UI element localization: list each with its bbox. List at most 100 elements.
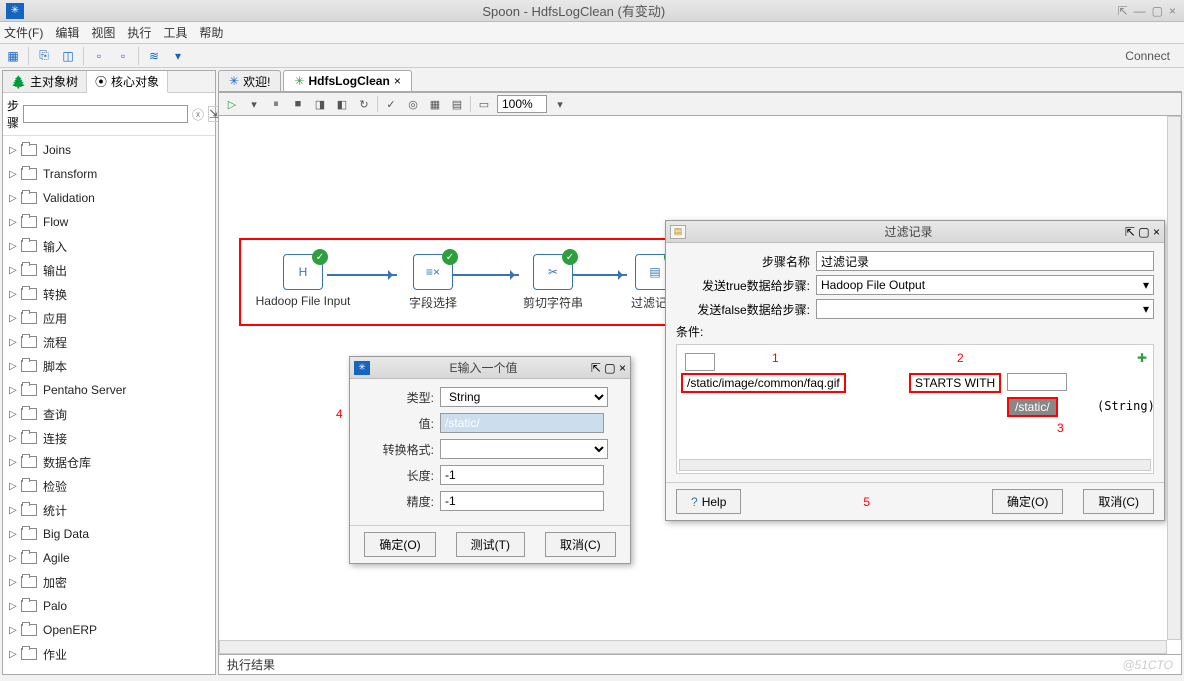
type-select[interactable]: String (440, 387, 608, 407)
add-condition-icon[interactable]: ✚ (1137, 351, 1147, 365)
verify-icon[interactable]: ✓ (382, 95, 400, 113)
minimize-icon[interactable]: — (1134, 4, 1146, 18)
explore-icon[interactable]: ◫ (59, 47, 77, 65)
format-select[interactable] (440, 439, 608, 459)
tree-item[interactable]: ▷数据仓库 (3, 450, 215, 474)
preview-icon[interactable]: ◨ (311, 95, 329, 113)
tab-core-objects[interactable]: ⦿ 核心对象 (87, 71, 168, 93)
tree-item[interactable]: ▷输出 (3, 258, 215, 282)
maximize-icon[interactable]: ▢ (1138, 225, 1149, 239)
tree-item[interactable]: ▷脚本 (3, 354, 215, 378)
saveas-icon[interactable]: ▫ (114, 47, 132, 65)
step-name-input[interactable] (816, 251, 1154, 271)
menu-help[interactable]: 帮助 (199, 24, 223, 41)
tab-close-icon[interactable]: × (394, 74, 401, 88)
new-icon[interactable]: ▦ (4, 47, 22, 65)
pin-icon[interactable]: ⇱ (1125, 225, 1135, 239)
tree-item[interactable]: ▷Flow (3, 210, 215, 234)
save-icon[interactable]: ▫ (90, 47, 108, 65)
tree-item[interactable]: ▷加密 (3, 570, 215, 594)
maximize-icon[interactable]: ▢ (604, 361, 615, 375)
dropdown-icon[interactable]: ▾ (245, 95, 263, 113)
menu-view[interactable]: 视图 (91, 24, 115, 41)
layers-icon[interactable]: ≋ (145, 47, 163, 65)
tree-item[interactable]: ▷转换 (3, 282, 215, 306)
node-cut-string[interactable]: ✂✓ 剪切字符串 (529, 254, 577, 311)
tree-item[interactable]: ▷流程 (3, 330, 215, 354)
value-input[interactable] (440, 413, 604, 433)
ok-button[interactable]: 确定(O) (364, 532, 435, 557)
tree-item[interactable]: ▷Validation (3, 186, 215, 210)
false-step-combo[interactable]: ▾ (816, 299, 1154, 319)
tree-item[interactable]: ▷检验 (3, 474, 215, 498)
close-icon[interactable]: × (1169, 4, 1176, 18)
tree-item[interactable]: ▷查询 (3, 402, 215, 426)
sql-icon[interactable]: ▦ (426, 95, 444, 113)
tree-item[interactable]: ▷应用 (3, 306, 215, 330)
node-select-fields[interactable]: ≡×✓ 字段选择 (409, 254, 457, 311)
tree-item[interactable]: ▷Transform (3, 162, 215, 186)
canvas[interactable]: H✓ Hadoop File Input ≡×✓ 字段选择 ✂✓ 剪切字符串 ▤… (218, 116, 1182, 655)
condition-operator[interactable]: STARTS WITH (909, 373, 1001, 393)
condition-area[interactable]: 1 2 ✚ /static/image/common/faq.gif START… (676, 344, 1154, 474)
impact-icon[interactable]: ◎ (404, 95, 422, 113)
value-label: 值: (360, 415, 440, 432)
tree-item[interactable]: ▷Joins (3, 138, 215, 162)
results-bar[interactable]: 执行结果 @51CTO (218, 655, 1182, 675)
precision-input[interactable] (440, 491, 604, 511)
search-input[interactable] (23, 105, 188, 123)
tree-item[interactable]: ▷OpenERP (3, 618, 215, 642)
cancel-button[interactable]: 取消(C) (1083, 489, 1154, 514)
debug-icon[interactable]: ◧ (333, 95, 351, 113)
tab-main-tree[interactable]: 🌲 主对象树 (3, 71, 87, 92)
zoom-dropdown-icon[interactable]: ▾ (551, 95, 569, 113)
true-step-combo[interactable]: Hadoop File Output▾ (816, 275, 1154, 295)
zoom-input[interactable] (497, 95, 547, 113)
maximize-icon[interactable]: ▢ (1152, 4, 1163, 18)
test-button[interactable]: 测试(T) (456, 532, 525, 557)
connect-link[interactable]: Connect (1115, 47, 1180, 65)
tree-item[interactable]: ▷输入 (3, 234, 215, 258)
close-icon[interactable]: × (619, 361, 626, 375)
replay-icon[interactable]: ↻ (355, 95, 373, 113)
stop-icon[interactable]: ■ (289, 95, 307, 113)
condition-value[interactable]: /static/ (1007, 397, 1058, 417)
tree-item[interactable]: ▷连接 (3, 426, 215, 450)
run-icon[interactable]: ▷ (223, 95, 241, 113)
explore-db-icon[interactable]: ▤ (448, 95, 466, 113)
menu-run[interactable]: 执行 (127, 24, 151, 41)
node-hadoop-file-input[interactable]: H✓ Hadoop File Input (279, 254, 327, 308)
length-input[interactable] (440, 465, 604, 485)
dialog-enter-value[interactable]: ✳ E输入一个值 ⇱ ▢ × 4 类型: String 值: (349, 356, 631, 564)
tree-item[interactable]: ▷Palo (3, 594, 215, 618)
open-icon[interactable]: ⎘ (35, 47, 53, 65)
dropdown-icon[interactable]: ▾ (169, 47, 187, 65)
ok-button[interactable]: 确定(O) (992, 489, 1063, 514)
condition-scrollbar[interactable] (679, 459, 1151, 471)
pin-icon[interactable]: ⇱ (1118, 4, 1128, 18)
menu-edit[interactable]: 编辑 (55, 24, 79, 41)
menu-tools[interactable]: 工具 (163, 24, 187, 41)
titlebar: ✳ Spoon - HdfsLogClean (有变动) ⇱ — ▢ × (0, 0, 1184, 22)
show-results-icon[interactable]: ▭ (475, 95, 493, 113)
tree-item[interactable]: ▷统计 (3, 498, 215, 522)
tab-hdfslogclean[interactable]: ✳ HdfsLogClean × (283, 70, 411, 91)
tree-item[interactable]: ▷Pentaho Server (3, 378, 215, 402)
canvas-v-scrollbar[interactable] (1167, 116, 1181, 640)
pause-icon[interactable]: ⏸ (267, 95, 285, 113)
close-icon[interactable]: × (1153, 225, 1160, 239)
dialog-filter-rows[interactable]: ▤ 过滤记录 ⇱ ▢ × 步骤名称 发送true数据给步骤: Hadoop Fi… (665, 220, 1165, 521)
canvas-h-scrollbar[interactable] (219, 640, 1167, 654)
negate-toggle[interactable] (685, 353, 715, 371)
menu-file[interactable]: 文件(F) (4, 24, 43, 41)
condition-compare-field[interactable] (1007, 373, 1067, 391)
help-button[interactable]: ?Help (676, 489, 741, 514)
tab-welcome[interactable]: ✳ 欢迎! (218, 70, 281, 91)
clear-search-icon[interactable]: ⓧ (192, 106, 204, 123)
tree-item[interactable]: ▷作业 (3, 642, 215, 666)
condition-field[interactable]: /static/image/common/faq.gif (681, 373, 846, 393)
pin-icon[interactable]: ⇱ (591, 361, 601, 375)
tree-item[interactable]: ▷Big Data (3, 522, 215, 546)
tree-item[interactable]: ▷Agile (3, 546, 215, 570)
cancel-button[interactable]: 取消(C) (545, 532, 616, 557)
